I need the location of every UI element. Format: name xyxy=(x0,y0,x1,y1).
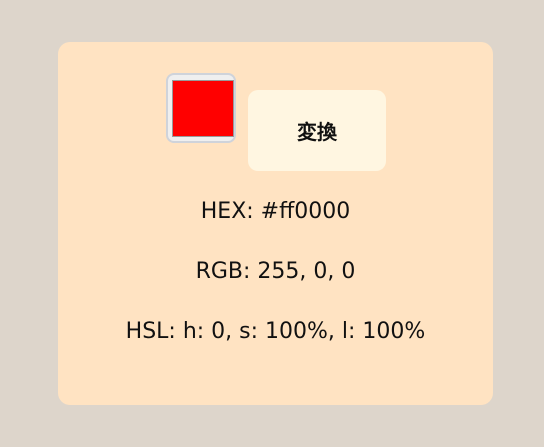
converter-card: 変換 HEX: #ff0000 RGB: 255, 0, 0 HSL: h: 0… xyxy=(58,42,493,405)
hsl-value-text: HSL: h: 0, s: 100%, l: 100% xyxy=(125,319,426,344)
hex-value-text: HEX: #ff0000 xyxy=(200,199,351,224)
rgb-value-text: RGB: 255, 0, 0 xyxy=(195,259,356,284)
color-swatch[interactable] xyxy=(172,80,234,137)
color-picker[interactable] xyxy=(166,73,236,143)
convert-button[interactable]: 変換 xyxy=(248,90,386,171)
